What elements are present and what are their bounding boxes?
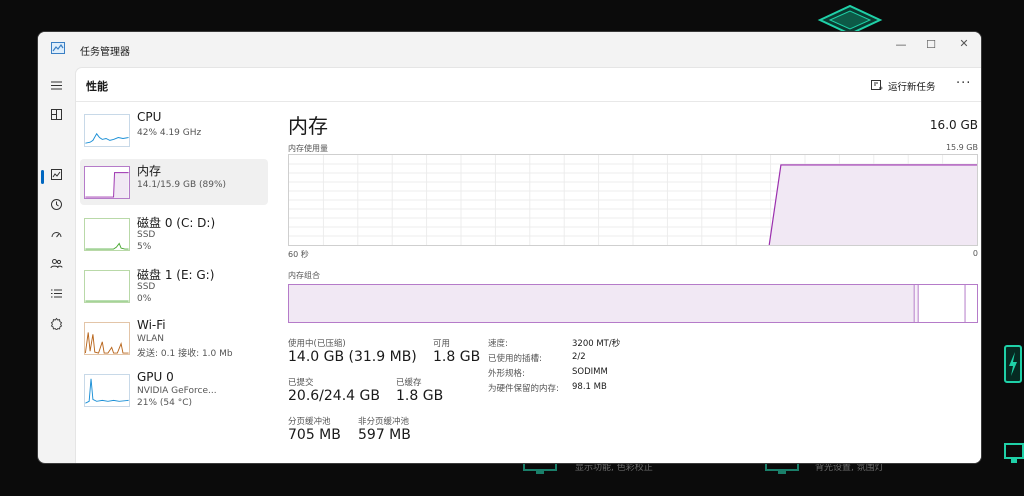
memory-composition-chart xyxy=(288,284,978,323)
battery-icon xyxy=(1004,345,1022,383)
menu-button[interactable] xyxy=(46,75,66,95)
monitor-icon xyxy=(1004,443,1024,463)
performance-panel: 性能 运行新任务 ··· CPU 42% 4.19 GHz 内存 14.1/15… xyxy=(75,67,981,463)
perf-item-name: Wi-Fi xyxy=(137,318,166,332)
in-use-segment xyxy=(289,285,915,322)
nav-processes[interactable] xyxy=(46,104,66,124)
nav-details[interactable] xyxy=(46,283,66,303)
spec-value-reserved: 98.1 MB xyxy=(572,382,607,392)
detail-title: 内存 xyxy=(288,114,328,138)
perf-item-name: 内存 xyxy=(137,164,162,178)
performance-device-list: CPU 42% 4.19 GHz 内存 14.1/15.9 GB (89%) 磁… xyxy=(80,104,270,460)
users-icon xyxy=(50,258,62,268)
paged-pool-value: 705 MB xyxy=(288,427,341,443)
perf-item-detail: 21% (54 °C) xyxy=(137,398,192,408)
committed-label: 已提交 xyxy=(288,378,314,388)
startup-icon xyxy=(51,231,61,237)
close-button[interactable]: ✕ xyxy=(946,32,981,54)
memory-thumbnail xyxy=(84,166,130,199)
committed-value: 20.6/24.4 GB xyxy=(288,388,380,404)
history-icon xyxy=(50,198,62,210)
perf-item-type: SSD xyxy=(137,230,156,240)
menu-icon xyxy=(50,80,62,90)
nav-startup[interactable] xyxy=(46,224,66,244)
time-axis-start: 60 秒 xyxy=(288,250,309,259)
perf-item-name: GPU 0 xyxy=(137,370,174,384)
spec-key-slots: 已使用的插槽: xyxy=(488,354,542,364)
disk-0-thumbnail xyxy=(84,218,130,251)
perf-item-detail: 发送: 0.1 接收: 1.0 Mb xyxy=(137,349,233,359)
nav-users[interactable] xyxy=(46,253,66,273)
time-axis-end: 0 xyxy=(972,249,978,258)
perf-item-detail: 42% 4.19 GHz xyxy=(137,128,202,138)
spec-value-speed: 3200 MT/秒 xyxy=(572,339,621,349)
services-icon xyxy=(50,317,62,330)
maximize-button[interactable]: ☐ xyxy=(913,33,949,55)
perf-item-gpu[interactable]: GPU 0 NVIDIA GeForce... 21% (54 °C) xyxy=(80,367,268,413)
perf-item-name: CPU xyxy=(137,110,162,124)
composition-chart-label: 内存组合 xyxy=(288,271,320,280)
perf-item-type: SSD xyxy=(137,282,156,292)
perf-item-detail: 0% xyxy=(137,294,152,304)
run-task-label: 运行新任务 xyxy=(888,82,936,93)
nonpaged-pool-label: 非分页缓冲池 xyxy=(358,417,410,427)
page-title: 性能 xyxy=(86,80,108,93)
memory-detail: 内存 16.0 GB 内存使用量 15.9 GB 60 秒 0 内存组合 使用中… xyxy=(288,104,978,460)
nav-services[interactable] xyxy=(46,313,66,333)
navigation-rail xyxy=(38,66,74,463)
perf-item-name: 磁盘 0 (C: D:) xyxy=(137,216,216,230)
perf-item-wifi[interactable]: Wi-Fi WLAN 发送: 0.1 接收: 1.0 Mb xyxy=(80,315,268,361)
free-segment xyxy=(919,285,966,322)
available-label: 可用 xyxy=(433,339,451,349)
active-indicator xyxy=(41,170,44,184)
perf-item-disk-1[interactable]: 磁盘 1 (E: G:) SSD 0% xyxy=(80,263,268,309)
nonpaged-pool-value: 597 MB xyxy=(358,427,411,443)
cached-label: 已缓存 xyxy=(396,378,422,388)
spec-value-form-factor: SODIMM xyxy=(572,367,608,377)
perf-item-cpu[interactable]: CPU 42% 4.19 GHz xyxy=(80,107,268,153)
memory-usage-chart xyxy=(288,154,978,246)
available-value: 1.8 GB xyxy=(433,349,481,365)
spec-key-form-factor: 外形规格: xyxy=(488,369,525,379)
perf-item-detail: 14.1/15.9 GB (89%) xyxy=(137,180,227,190)
perf-item-detail: 5% xyxy=(137,242,152,252)
performance-icon xyxy=(50,168,62,180)
gpu-thumbnail xyxy=(84,374,130,407)
total-memory: 16.0 GB xyxy=(929,118,978,132)
title-bar[interactable]: 任务管理器 — ☐ ✕ xyxy=(38,32,981,66)
spec-value-slots: 2/2 xyxy=(572,352,586,362)
spec-key-speed: 速度: xyxy=(488,339,508,349)
processes-icon xyxy=(50,108,62,120)
nav-performance[interactable] xyxy=(46,164,66,184)
nav-app-history[interactable] xyxy=(46,194,66,214)
disk-1-thumbnail xyxy=(84,270,130,303)
details-icon xyxy=(50,289,62,297)
wifi-thumbnail xyxy=(84,322,130,355)
usage-chart-label: 内存使用量 xyxy=(288,144,328,153)
paged-pool-label: 分页缓冲池 xyxy=(288,417,331,427)
perf-item-memory[interactable]: 内存 14.1/15.9 GB (89%) xyxy=(80,159,268,205)
run-task-icon xyxy=(871,80,883,90)
in-use-label: 使用中(已压缩) xyxy=(288,339,346,349)
perf-item-name: 磁盘 1 (E: G:) xyxy=(137,268,215,282)
perf-item-type: NVIDIA GeForce... xyxy=(137,386,217,396)
usage-area xyxy=(769,164,977,245)
usage-chart-max: 15.9 GB xyxy=(945,143,978,152)
cached-value: 1.8 GB xyxy=(396,388,444,404)
perf-item-type: WLAN xyxy=(137,334,165,344)
window-title: 任务管理器 xyxy=(80,47,130,58)
run-new-task-button[interactable]: 运行新任务 xyxy=(871,77,936,95)
task-manager-window: 任务管理器 — ☐ ✕ 性能 运行新任务 ··· CPU 42% 4.19 GH… xyxy=(38,32,981,463)
perf-item-disk-0[interactable]: 磁盘 0 (C: D:) SSD 5% xyxy=(80,211,268,257)
panel-header: 性能 运行新任务 ··· xyxy=(76,68,981,102)
task-manager-app-icon xyxy=(51,42,65,54)
in-use-value: 14.0 GB (31.9 MB) xyxy=(288,349,417,365)
spec-key-reserved: 为硬件保留的内存: xyxy=(488,384,559,394)
more-options-button[interactable]: ··· xyxy=(956,76,971,91)
cpu-thumbnail xyxy=(84,114,130,147)
